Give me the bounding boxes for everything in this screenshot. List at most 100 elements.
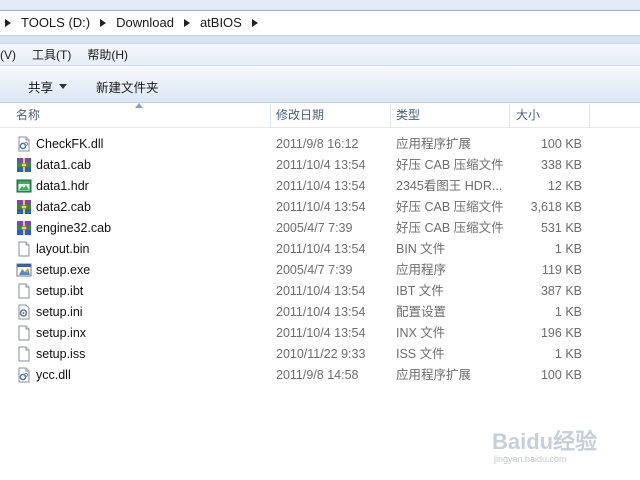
share-label: 共享: [28, 81, 54, 95]
blank-file-icon: [16, 325, 32, 341]
file-row[interactable]: setup.exe 2005/4/7 7:39 应用程序 119 KB: [0, 260, 640, 281]
breadcrumb-separator-icon[interactable]: [97, 11, 109, 35]
blank-file-icon: [16, 283, 32, 299]
file-row[interactable]: ycc.dll 2011/9/8 14:58 应用程序扩展 100 KB: [0, 365, 640, 386]
breadcrumb-separator-icon[interactable]: [2, 11, 14, 35]
baidu-watermark: Baidu经验 jingyan.baidu.com: [492, 410, 632, 470]
file-row[interactable]: setup.iss 2010/11/22 9:33 ISS 文件 1 KB: [0, 344, 640, 365]
file-date: 2011/10/4 13:54: [276, 284, 366, 298]
menu-help[interactable]: 帮助(H): [79, 44, 136, 66]
menu-view[interactable]: (V): [0, 44, 24, 66]
file-list: CheckFK.dll 2011/9/8 16:12 应用程序扩展 100 KB dat…: [0, 134, 640, 386]
breadcrumb: TOOLS (D:) Download atBIOS: [2, 11, 261, 35]
column-name[interactable]: 名称: [16, 103, 40, 128]
column-divider[interactable]: [390, 104, 391, 127]
file-date: 2010/11/22 9:33: [276, 347, 366, 361]
file-date: 2011/10/4 13:54: [276, 179, 366, 193]
file-row[interactable]: engine32.cab 2005/4/7 7:39 好压 CAB 压缩文件 531 …: [0, 218, 640, 239]
archive-icon: [16, 199, 32, 215]
file-size: 12 KB: [547, 179, 582, 193]
file-row[interactable]: data1.cab 2011/10/4 13:54 好压 CAB 压缩文件 338 K…: [0, 155, 640, 176]
file-date: 2011/10/4 13:54: [276, 326, 366, 340]
file-date: 2011/10/4 13:54: [276, 158, 366, 172]
file-date: 2011/10/4 13:54: [276, 200, 366, 214]
file-date: 2005/4/7 7:39: [276, 263, 353, 277]
file-type: 好压 CAB 压缩文件: [396, 221, 504, 235]
breadcrumb-separator-icon[interactable]: [249, 11, 261, 35]
column-type[interactable]: 类型: [396, 103, 420, 128]
setup-exe-icon: [16, 262, 32, 278]
file-type: 2345看图王 HDR...: [396, 179, 503, 193]
file-size: 100 KB: [540, 368, 582, 382]
file-name: data1.hdr: [36, 179, 89, 193]
archive-icon: [16, 157, 32, 173]
column-divider[interactable]: [509, 104, 510, 127]
column-date[interactable]: 修改日期: [276, 103, 324, 128]
file-date: 2011/9/8 14:58: [276, 368, 359, 382]
config-file-icon: [16, 304, 32, 320]
blank-file-icon: [16, 241, 32, 257]
file-row[interactable]: data2.cab 2011/10/4 13:54 好压 CAB 压缩文件 3,618…: [0, 197, 640, 218]
breadcrumb-download[interactable]: Download: [109, 11, 181, 35]
file-name: data1.cab: [36, 158, 91, 172]
file-row[interactable]: setup.ini 2011/10/4 13:54 配置设置 1 KB: [0, 302, 640, 323]
file-name: engine32.cab: [36, 221, 112, 235]
command-bar: 共享 新建文件夹: [0, 66, 640, 103]
file-type: BIN 文件: [396, 242, 446, 256]
column-divider[interactable]: [270, 104, 271, 127]
file-date: 2011/10/4 13:54: [276, 242, 366, 256]
file-name: setup.iss: [36, 347, 86, 361]
blank-file-icon: [16, 346, 32, 362]
file-size: 100 KB: [540, 137, 582, 151]
column-size[interactable]: 大小: [516, 103, 540, 128]
address-bar[interactable]: TOOLS (D:) Download atBIOS: [0, 10, 640, 36]
file-type: IBT 文件: [396, 284, 444, 298]
file-row[interactable]: setup.inx 2011/10/4 13:54 INX 文件 196 KB: [0, 323, 640, 344]
share-button[interactable]: 共享: [28, 77, 68, 96]
breadcrumb-drive[interactable]: TOOLS (D:): [14, 11, 97, 35]
file-size: 531 KB: [540, 221, 582, 235]
file-row[interactable]: setup.ibt 2011/10/4 13:54 IBT 文件 387 KB: [0, 281, 640, 302]
breadcrumb-separator-icon[interactable]: [181, 11, 193, 35]
file-type: 应用程序: [396, 263, 447, 277]
file-size: 196 KB: [540, 326, 582, 340]
file-size: 1 KB: [554, 305, 582, 319]
file-size: 1 KB: [554, 347, 582, 361]
file-name: setup.inx: [36, 326, 87, 340]
file-size: 338 KB: [540, 158, 582, 172]
menu-tools[interactable]: 工具(T): [24, 44, 79, 66]
watermark-text: Baidu经验: [492, 429, 598, 454]
file-name: setup.ini: [36, 305, 83, 319]
file-type: INX 文件: [396, 326, 446, 340]
file-row[interactable]: layout.bin 2011/10/4 13:54 BIN 文件 1 KB: [0, 239, 640, 260]
file-date: 2011/9/8 16:12: [276, 137, 359, 151]
watermark-sub: jingyan.baidu.com: [494, 454, 567, 464]
file-name: ycc.dll: [36, 368, 71, 382]
column-divider[interactable]: [589, 104, 590, 127]
file-name: layout.bin: [36, 242, 90, 256]
file-size: 119 KB: [541, 263, 582, 277]
menu-bar: (V) 工具(T) 帮助(H): [0, 44, 640, 66]
file-type: ISS 文件: [396, 347, 445, 361]
file-type: 应用程序扩展: [396, 137, 472, 151]
file-row[interactable]: CheckFK.dll 2011/9/8 16:12 应用程序扩展 100 KB: [0, 134, 640, 155]
file-row[interactable]: data1.hdr 2011/10/4 13:54 2345看图王 HDR... 12…: [0, 176, 640, 197]
dropdown-arrow-icon: [59, 84, 68, 89]
file-name: data2.cab: [36, 200, 91, 214]
file-size: 1 KB: [554, 242, 582, 256]
breadcrumb-atbios[interactable]: atBIOS: [193, 11, 249, 35]
dll-icon: [16, 367, 32, 383]
address-bar-band: TOOLS (D:) Download atBIOS: [0, 0, 640, 44]
file-type: 好压 CAB 压缩文件: [396, 200, 504, 214]
file-size: 387 KB: [540, 284, 582, 298]
file-type: 好压 CAB 压缩文件: [396, 158, 504, 172]
file-name: setup.ibt: [36, 284, 84, 298]
archive-icon: [16, 220, 32, 236]
file-name: setup.exe: [36, 263, 91, 277]
file-type: 应用程序扩展: [396, 368, 472, 382]
file-date: 2011/10/4 13:54: [276, 305, 366, 319]
dll-icon: [16, 136, 32, 152]
new-folder-button[interactable]: 新建文件夹: [96, 77, 159, 96]
file-size: 3,618 KB: [530, 200, 582, 214]
image-viewer-icon: [16, 178, 32, 194]
